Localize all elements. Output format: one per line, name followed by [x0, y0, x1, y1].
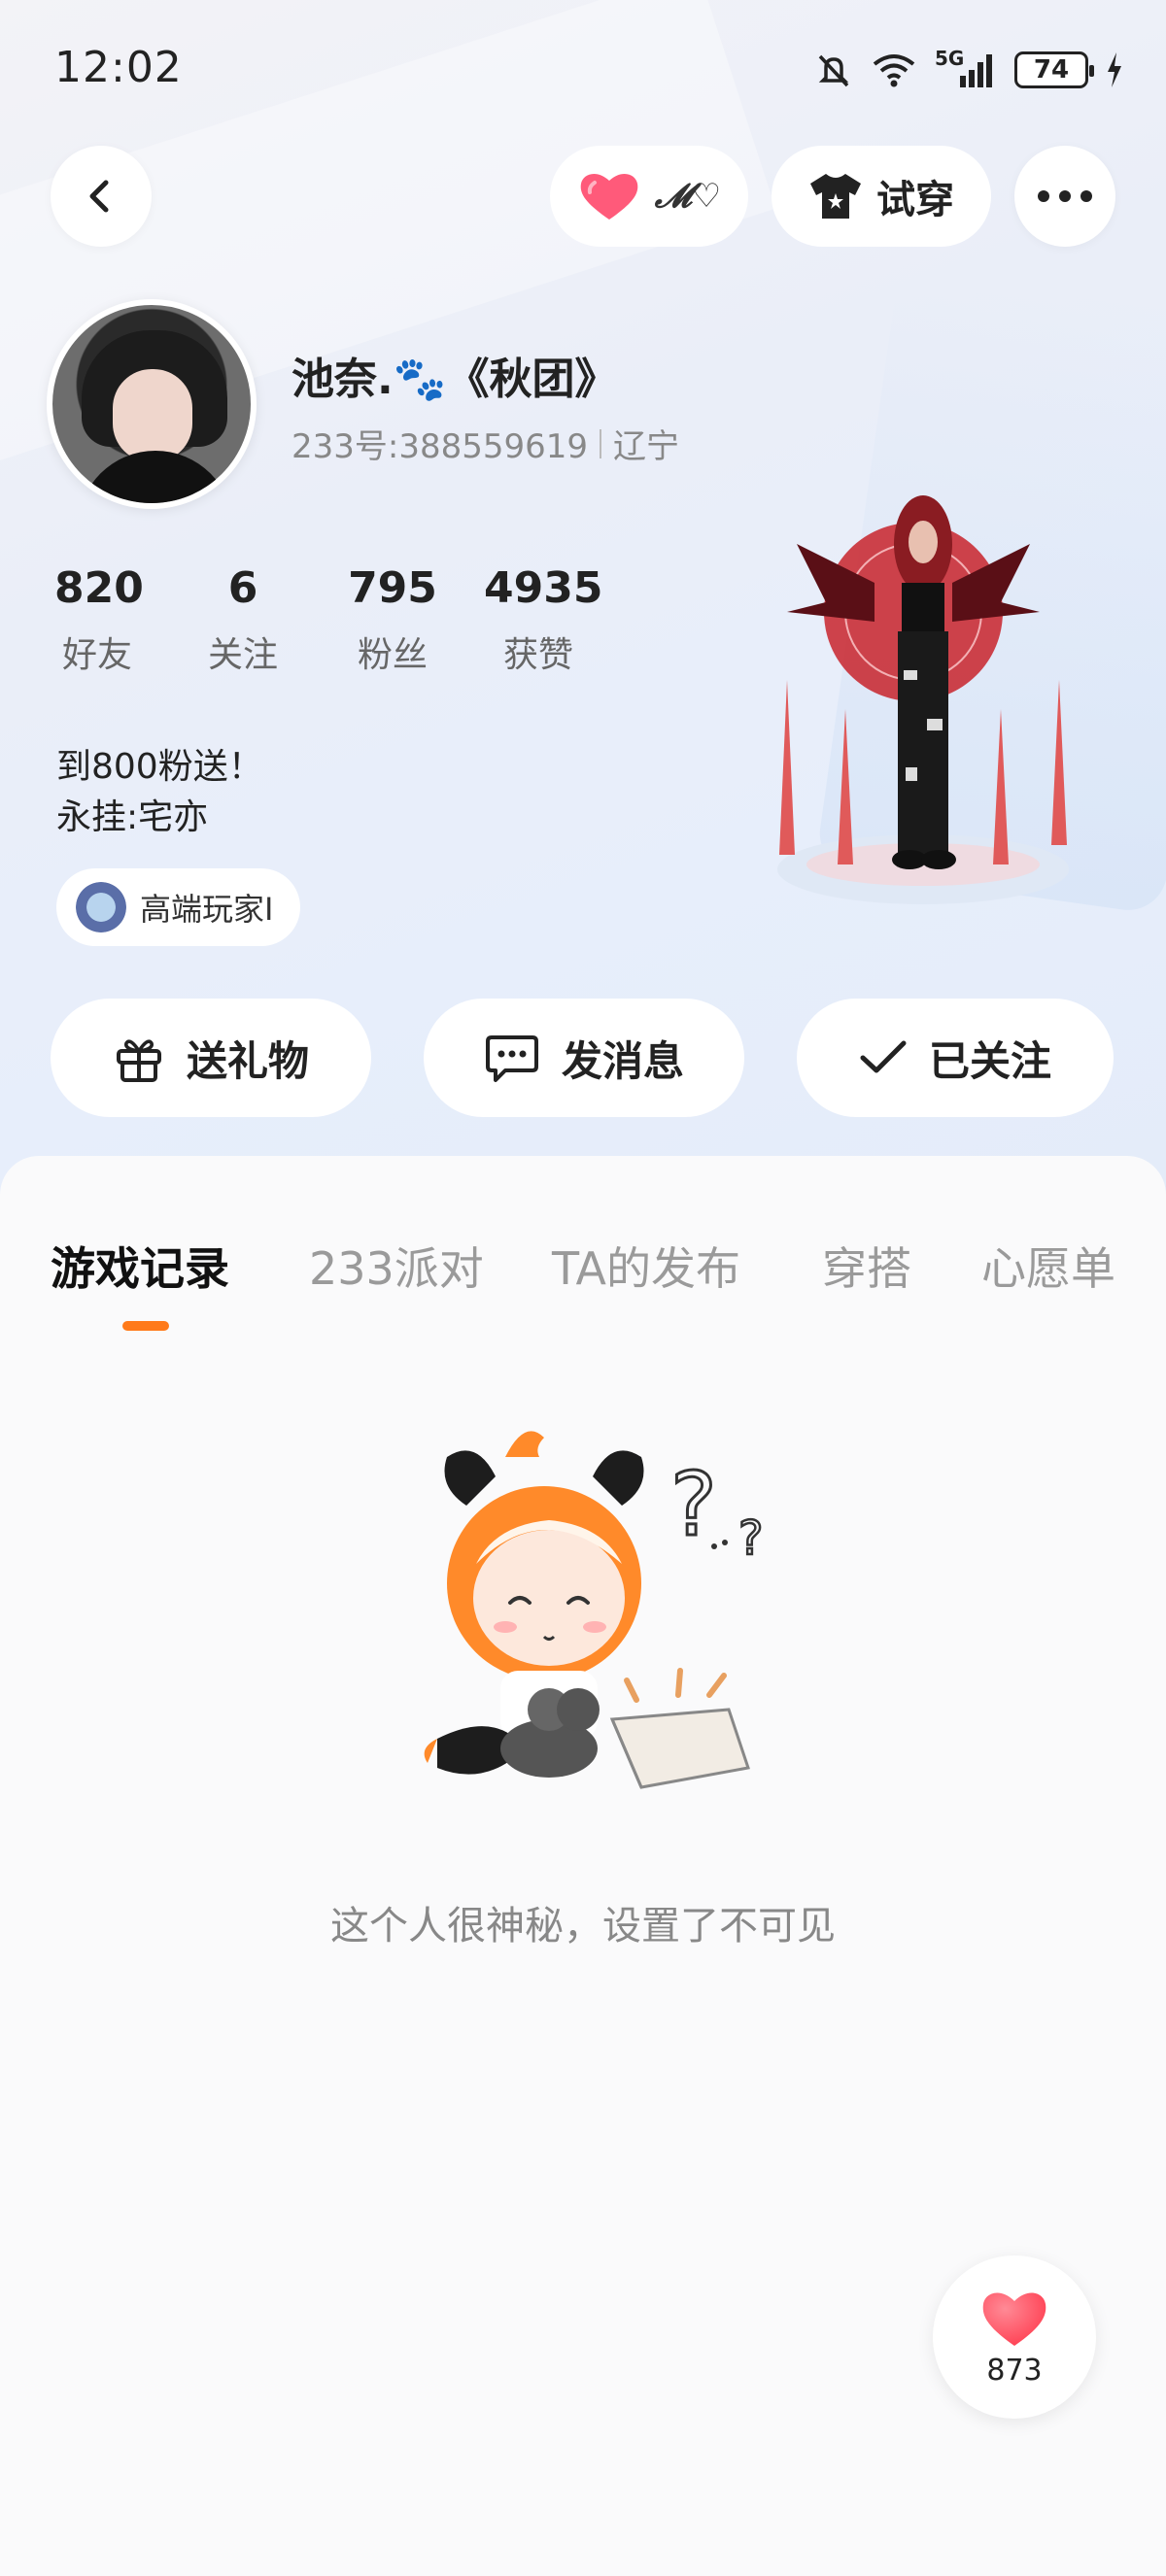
user-avatar[interactable] — [47, 299, 257, 509]
heart-tag-label: 𝓜♡ — [654, 177, 722, 216]
wifi-icon — [873, 54, 915, 87]
battery-indicator: 74 — [1014, 51, 1094, 88]
back-button[interactable] — [51, 146, 152, 247]
chevron-left-icon — [89, 180, 109, 213]
stat-likes[interactable]: 4935 获赞 — [484, 563, 603, 677]
send-message-button[interactable]: 发消息 — [424, 999, 744, 1117]
badge-icon — [76, 882, 126, 932]
user-id: 233号:388559619 — [292, 427, 589, 466]
tab-233-party[interactable]: 233派对 — [309, 1234, 484, 1298]
stat-value: 820 — [54, 563, 144, 613]
bio-line: 到800粉送！ — [56, 747, 263, 787]
user-id-row: 233号:388559619 辽宁 — [292, 420, 679, 467]
empty-state-message: 这个人很神秘，设置了不可见 — [330, 1904, 836, 1949]
character-avatar-figure[interactable] — [768, 486, 1079, 913]
profile-tabs: 游戏记录 233派对 TA的发布 穿搭 心愿单 — [0, 1195, 1166, 1331]
stat-label: 粉丝 — [357, 635, 428, 675]
stat-value: 4935 — [484, 563, 603, 613]
svg-text:?: ? — [738, 1511, 763, 1566]
stat-followers[interactable]: 795 粉丝 — [346, 563, 439, 677]
send-message-label: 发消息 — [561, 1036, 684, 1085]
checkmark-icon — [860, 1040, 907, 1073]
stat-following[interactable]: 6 关注 — [200, 563, 286, 677]
active-tab-indicator — [122, 1321, 169, 1331]
tshirt-icon — [810, 174, 861, 219]
stat-label: 获赞 — [502, 635, 573, 675]
try-on-label: 试穿 — [876, 178, 954, 222]
like-count: 873 — [986, 2353, 1043, 2388]
send-gift-button[interactable]: 送礼物 — [51, 999, 371, 1117]
user-nickname: 池奈.🐾《秋团》 — [292, 355, 618, 404]
favorite-heart-button[interactable]: 𝓜♡ — [550, 146, 748, 247]
like-floating-button[interactable]: 873 — [933, 2255, 1096, 2419]
tab-game-records[interactable]: 游戏记录 — [51, 1234, 229, 1298]
stat-friends[interactable]: 820 好友 — [54, 563, 144, 677]
user-bio: 到800粉送！ 永挂:宅亦 — [56, 742, 263, 843]
divider — [600, 428, 602, 458]
status-icons: 5G 74 — [814, 47, 1123, 89]
following-label: 已关注 — [928, 1036, 1051, 1085]
bio-line: 永挂:宅亦 — [56, 797, 209, 837]
heart-icon — [580, 173, 638, 220]
status-bar: 12:02 5G 74 — [0, 0, 1166, 146]
status-time: 12:02 — [54, 43, 183, 92]
stat-label: 好友 — [61, 635, 132, 675]
user-location: 辽宁 — [613, 427, 680, 466]
send-gift-label: 送礼物 — [186, 1036, 309, 1085]
ellipsis-icon — [1038, 190, 1092, 202]
stat-value: 795 — [348, 563, 437, 613]
tab-outfits[interactable]: 穿搭 — [822, 1234, 911, 1298]
player-badge[interactable]: 高端玩家I — [56, 868, 301, 946]
mute-bell-icon — [818, 54, 849, 87]
badge-label: 高端玩家I — [140, 891, 274, 928]
svg-text:?: ? — [670, 1454, 717, 1556]
gift-icon — [116, 1039, 161, 1082]
tab-ta-posts[interactable]: TA的发布 — [552, 1234, 740, 1298]
more-options-button[interactable] — [1014, 146, 1115, 247]
heart-icon — [982, 2292, 1046, 2346]
try-on-button[interactable]: 试穿 — [772, 146, 991, 247]
empty-state-mascot-illustration: ? ? — [424, 1431, 765, 1789]
tab-wishlist[interactable]: 心愿单 — [981, 1234, 1115, 1298]
stat-value: 6 — [227, 563, 258, 613]
following-button[interactable]: 已关注 — [797, 999, 1114, 1117]
stat-label: 关注 — [207, 635, 278, 675]
signal-icon: 5G — [935, 47, 997, 89]
chat-bubble-icon — [485, 1035, 538, 1082]
charging-bolt-icon — [1108, 52, 1121, 87]
